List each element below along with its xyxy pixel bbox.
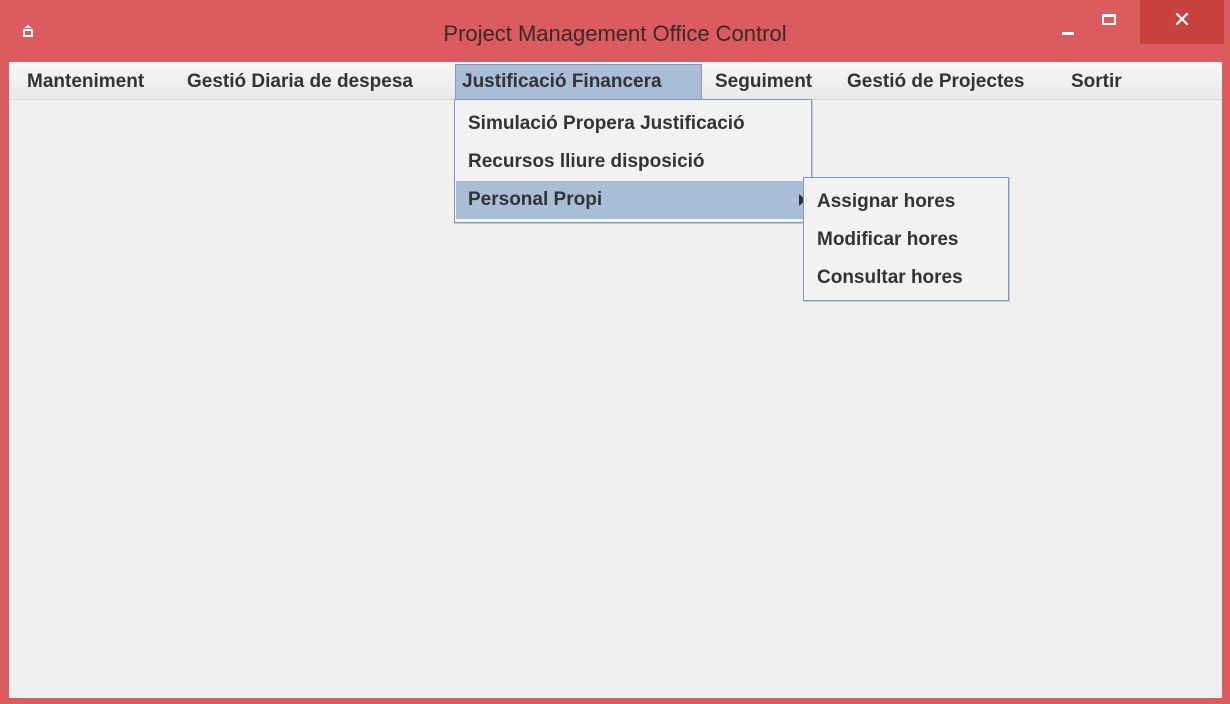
justificacio-financera-dropdown: Simulació Propera Justificació Recursos … (454, 99, 812, 223)
minimize-button[interactable] (1050, 0, 1086, 42)
personal-propi-submenu: Assignar hores Modificar hores Consultar… (803, 177, 1009, 301)
menu-manteniment[interactable]: Manteniment (21, 64, 150, 100)
menu-gestio-diaria-despesa[interactable]: Gestió Diaria de despesa (181, 64, 419, 100)
menu-item-modificar-hores[interactable]: Modificar hores (805, 221, 1007, 259)
title-bar[interactable]: Project Management Office Control ✕ (0, 0, 1230, 62)
window-title: Project Management Office Control (443, 21, 787, 46)
menu-item-assignar-hores[interactable]: Assignar hores (805, 183, 1007, 221)
menu-item-consultar-hores[interactable]: Consultar hores (805, 259, 1007, 297)
menu-bar: Manteniment Gestió Diaria de despesa Jus… (9, 62, 1222, 100)
menu-justificacio-financera[interactable]: Justificació Financera (455, 64, 702, 100)
minimize-icon (1062, 32, 1074, 35)
menu-gestio-projectes[interactable]: Gestió de Projectes (841, 64, 1030, 100)
menu-item-personal-propi-label: Personal Propi (468, 189, 603, 210)
close-icon: ✕ (1172, 8, 1192, 33)
menu-item-simulacio-propera-justificacio[interactable]: Simulació Propera Justificació (456, 105, 810, 143)
menu-item-personal-propi[interactable]: Personal Propi (456, 181, 810, 219)
menu-seguiment[interactable]: Seguiment (709, 64, 818, 100)
close-button[interactable]: ✕ (1140, 0, 1224, 44)
menu-sortir[interactable]: Sortir (1065, 64, 1128, 100)
client-area: Manteniment Gestió Diaria de despesa Jus… (9, 62, 1222, 698)
application-window: Project Management Office Control ✕ Mant… (0, 0, 1230, 704)
maximize-button[interactable] (1090, 0, 1130, 42)
menu-item-recursos-lliure-disposicio[interactable]: Recursos lliure disposició (456, 143, 810, 181)
maximize-icon (1102, 14, 1116, 25)
